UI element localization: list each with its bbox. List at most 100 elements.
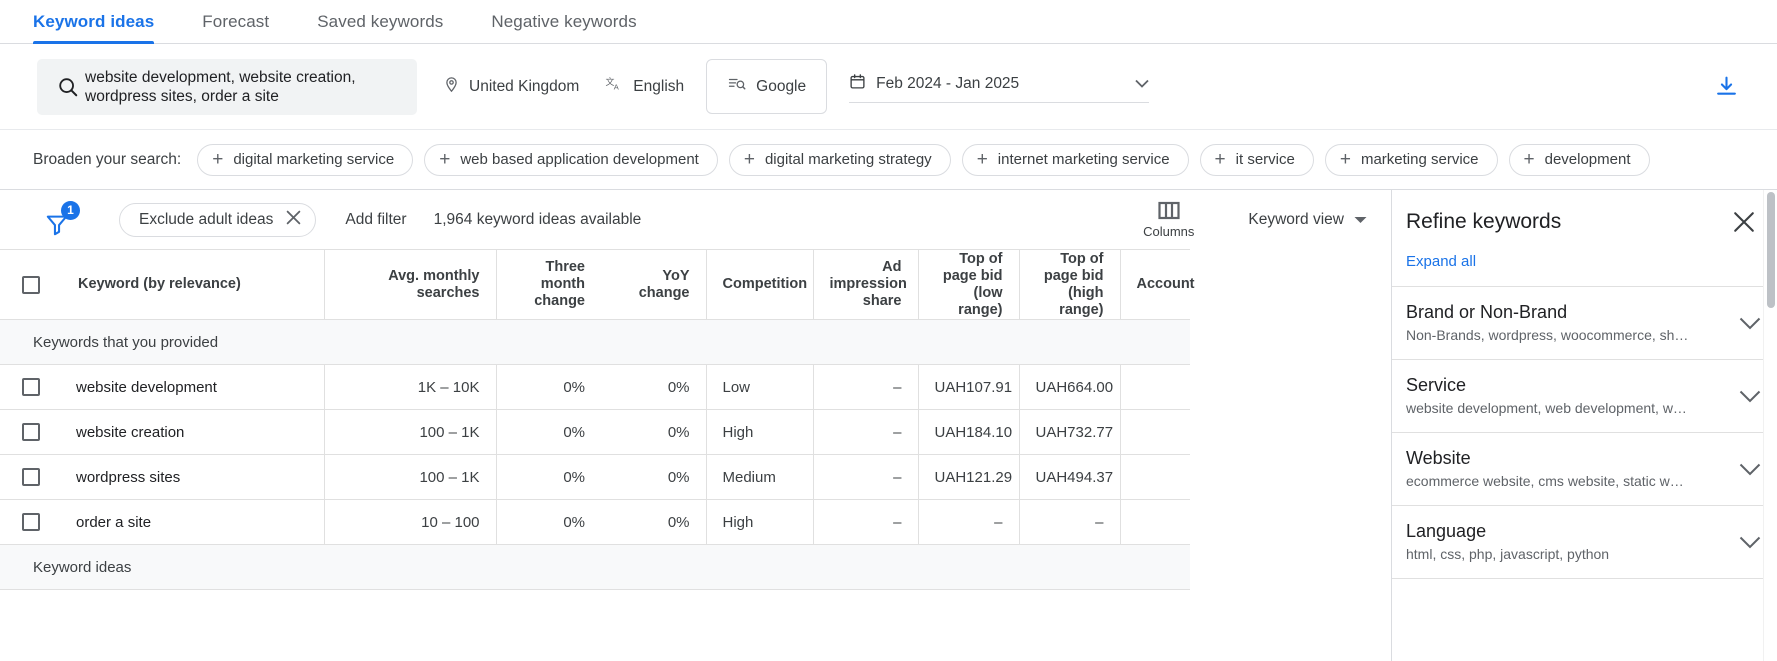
select-all-checkbox[interactable] xyxy=(22,275,40,294)
column-header-three-month-change[interactable]: Three month change xyxy=(495,249,601,320)
cell-avg-monthly-searches: 1K – 10K xyxy=(323,364,496,410)
chevron-down-icon xyxy=(1739,536,1763,549)
broaden-chip[interactable]: + internet marketing service xyxy=(961,143,1189,176)
refine-group-subtitle: Non-Brands, wordpress, woocommerce, sh… xyxy=(1406,327,1689,343)
tab-saved-keywords[interactable]: Saved keywords xyxy=(317,12,443,43)
search-query-text: website development, website creation, w… xyxy=(85,68,356,105)
add-filter-button[interactable]: Add filter xyxy=(345,211,406,229)
keyword-ideas-table: Keyword (by relevance) Avg. monthly sear… xyxy=(0,249,1195,590)
broaden-chip[interactable]: + digital marketing strategy xyxy=(728,143,951,176)
table-row[interactable]: website creation 100 – 1K 0% 0% High – U… xyxy=(0,409,1190,455)
cell-ad-impression-share: – xyxy=(812,454,918,500)
row-checkbox[interactable] xyxy=(22,423,40,442)
cell-three-month-change: 0% xyxy=(495,454,601,500)
cell-competition: High xyxy=(705,409,813,455)
location-selector[interactable]: United Kingdom xyxy=(443,76,579,98)
network-label: Google xyxy=(756,77,807,95)
refine-group-language[interactable]: Language html, css, php, javascript, pyt… xyxy=(1392,506,1777,579)
row-checkbox[interactable] xyxy=(22,513,40,532)
close-icon[interactable] xyxy=(286,210,301,230)
chevron-down-icon xyxy=(1135,75,1149,93)
cell-keyword: wordpress sites xyxy=(62,454,324,500)
keyword-ideas-count: 1,964 keyword ideas available xyxy=(433,210,642,228)
broaden-chip[interactable]: + it service xyxy=(1199,143,1314,176)
broaden-label: Broaden your search: xyxy=(33,150,182,168)
broaden-chip[interactable]: + web based application development xyxy=(424,143,718,176)
network-selector[interactable]: Google xyxy=(706,59,828,114)
plus-icon: + xyxy=(1214,149,1226,170)
view-selector[interactable]: Keyword view xyxy=(1248,211,1367,229)
keyword-search-input[interactable]: website development, website creation, w… xyxy=(37,58,417,115)
tab-label: Forecast xyxy=(202,12,270,31)
cell-yoy-change: 0% xyxy=(601,364,706,410)
content-area: 1 Exclude adult ideas Add filter 1,964 k… xyxy=(0,190,1777,661)
view-label: Keyword view xyxy=(1248,210,1344,228)
table-row[interactable]: wordpress sites 100 – 1K 0% 0% Medium – … xyxy=(0,454,1190,500)
column-header-competition[interactable]: Competition xyxy=(705,249,813,320)
row-select-cell xyxy=(0,409,62,455)
plus-icon: + xyxy=(212,149,224,170)
columns-label: Columns xyxy=(1143,223,1195,239)
cell-bid-high: UAH732.77 xyxy=(1018,409,1120,455)
search-icon xyxy=(51,76,85,98)
broaden-search-bar: Broaden your search: + digital marketing … xyxy=(0,130,1777,190)
broaden-chip[interactable]: + marketing service xyxy=(1324,143,1498,176)
table-header-row: Keyword (by relevance) Avg. monthly sear… xyxy=(0,249,1195,320)
cell-avg-monthly-searches: 100 – 1K xyxy=(323,409,496,455)
tab-negative-keywords[interactable]: Negative keywords xyxy=(491,12,636,43)
search-network-icon xyxy=(727,75,747,98)
tab-label: Negative keywords xyxy=(491,12,637,31)
table-row[interactable]: order a site 10 – 100 0% 0% High – – – xyxy=(0,499,1190,545)
chevron-down-icon xyxy=(1739,463,1763,476)
column-header-account[interactable]: Account xyxy=(1119,249,1195,320)
refine-keywords-panel: Refine keywords Expand all Brand or Non-… xyxy=(1391,190,1777,661)
row-checkbox[interactable] xyxy=(22,378,40,397)
column-header-keyword[interactable]: Keyword (by relevance) xyxy=(62,249,324,320)
refine-group-subtitle: website development, web development, w… xyxy=(1406,400,1687,416)
scrollbar-thumb[interactable] xyxy=(1767,192,1775,308)
refine-group-title: Website xyxy=(1406,448,1471,468)
location-label: United Kingdom xyxy=(469,77,580,95)
refine-title: Refine keywords xyxy=(1406,210,1562,233)
columns-button[interactable]: Columns xyxy=(1143,201,1198,239)
page-scrollbar[interactable] xyxy=(1763,190,1777,661)
cell-yoy-change: 0% xyxy=(601,454,706,500)
row-checkbox[interactable] xyxy=(22,468,40,487)
language-selector[interactable]: 文A English xyxy=(605,75,684,98)
plus-icon: + xyxy=(743,149,755,170)
column-header-top-of-page-bid-high[interactable]: Top of page bid (high range) xyxy=(1018,249,1120,320)
refine-group-title: Service xyxy=(1406,375,1467,395)
column-header-top-of-page-bid-low[interactable]: Top of page bid (low range) xyxy=(917,249,1019,320)
cell-keyword: website development xyxy=(62,364,324,410)
refine-group-service[interactable]: Service website development, web develop… xyxy=(1392,360,1777,433)
expand-all-link[interactable]: Expand all xyxy=(1392,244,1777,287)
column-header-avg-monthly-searches[interactable]: Avg. monthly searches xyxy=(323,249,496,320)
broaden-chip[interactable]: + digital marketing service xyxy=(197,143,414,176)
tab-forecast[interactable]: Forecast xyxy=(202,12,269,43)
search-toolbar: website development, website creation, w… xyxy=(0,44,1777,130)
plus-icon: + xyxy=(439,149,451,170)
download-button[interactable] xyxy=(1714,74,1739,99)
cell-yoy-change: 0% xyxy=(601,499,706,545)
refine-group-subtitle: ecommerce website, cms website, static w… xyxy=(1406,473,1684,489)
table-header: Keyword (by relevance) Avg. monthly sear… xyxy=(0,249,1195,320)
close-refine-button[interactable] xyxy=(1729,207,1759,237)
calendar-icon xyxy=(849,73,866,95)
date-range-selector[interactable]: Feb 2024 - Jan 2025 xyxy=(849,70,1150,103)
column-header-ad-impression-share[interactable]: Ad impression share xyxy=(812,249,918,320)
group-row-label: Keywords that you provided xyxy=(0,319,1190,365)
active-filter-chip[interactable]: Exclude adult ideas xyxy=(119,202,317,237)
refine-group-brand-or-non-brand[interactable]: Brand or Non-Brand Non-Brands, wordpress… xyxy=(1392,287,1777,360)
cell-three-month-change: 0% xyxy=(495,364,601,410)
cell-keyword: website creation xyxy=(62,409,324,455)
table-row[interactable]: website development 1K – 10K 0% 0% Low –… xyxy=(0,364,1190,410)
tab-keyword-ideas[interactable]: Keyword ideas xyxy=(33,12,155,44)
tab-label: Keyword ideas xyxy=(33,12,155,31)
cell-competition: High xyxy=(705,499,813,545)
refine-group-website[interactable]: Website ecommerce website, cms website, … xyxy=(1392,433,1777,506)
filter-button[interactable]: 1 xyxy=(44,200,82,237)
broaden-chip[interactable]: + development xyxy=(1508,143,1650,176)
column-header-yoy-change[interactable]: YoY change xyxy=(601,249,706,320)
cell-ad-impression-share: – xyxy=(812,499,918,545)
cell-bid-high: – xyxy=(1018,499,1120,545)
